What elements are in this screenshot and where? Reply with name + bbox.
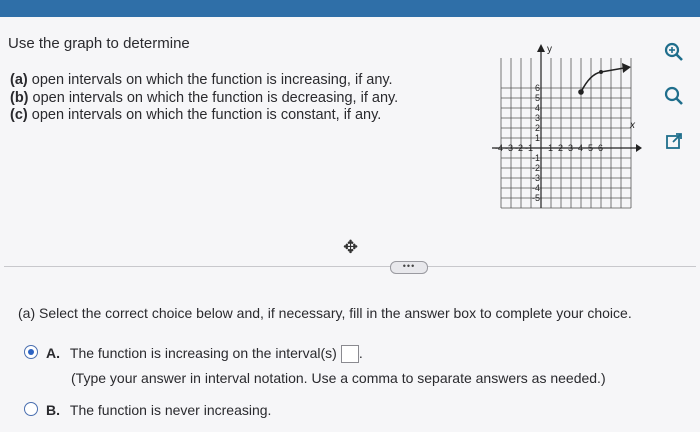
answer-input-box[interactable] [340,345,359,364]
y-tick-label: 4 [535,103,540,113]
curve-end-arrow [622,63,631,73]
y-axis-label: y [547,44,552,55]
top-banner [0,0,700,17]
question-parts: (a) open intervals on which the function… [10,72,398,125]
move-icon[interactable]: ✥ [343,237,358,258]
x-tick-label: 1 [548,143,553,153]
x-tick-label: -4 [495,143,503,153]
popout-icon[interactable] [660,127,688,155]
section-divider [4,266,696,267]
question-title: Use the graph to determine [8,35,190,52]
choice-letter: B. [46,402,60,418]
curve-corner-point [599,70,603,74]
line-segment [600,67,625,73]
y-tick-labels: 654321 -1-2-3-4-5 [532,83,540,203]
choice-a-radio[interactable] [24,345,38,359]
function-graph: y x -4 -3 -2 -1 1 2 3 4 5 6 654321-1-2-3-4-5 [492,44,642,209]
y-tick-label: -4 [532,183,540,193]
y-axis-arrow [537,44,545,52]
zoom-out-icon[interactable] [660,82,688,110]
y-tick-label: -2 [532,163,540,173]
y-tick-label: 1 [535,133,540,143]
choice-a-hint: (Type your answer in interval notation. … [71,370,606,386]
x-tick-label: -1 [525,143,533,153]
x-tick-label: 2 [558,143,563,153]
part-letter: (c) [10,107,28,123]
y-tick-label: -1 [532,153,540,163]
part-a-line: (a) open intervals on which the function… [10,72,398,90]
choice-letter: A. [46,345,60,361]
part-c-line: (c) open intervals on which the function… [10,107,398,125]
part-text: open intervals on which the function is … [31,72,393,88]
x-tick-label: 6 [598,143,603,153]
choice-text: The function is increasing on the interv… [69,345,337,361]
x-axis-arrow [636,144,642,152]
x-tick-label: -3 [505,143,513,153]
x-tick-label: 5 [588,143,593,153]
x-axis-label: x [629,120,636,131]
curve-endpoint [578,89,584,95]
graph-grid [500,58,632,209]
part-text: open intervals on which the function is … [31,107,382,123]
choice-b-radio[interactable] [24,402,38,416]
y-tick-label: -3 [532,173,540,183]
part-a-prompt: (a) Select the correct choice below and,… [18,305,632,321]
choice-text: The function is never increasing. [69,402,272,418]
x-tick-label: -2 [515,143,523,153]
y-tick-label: 3 [535,113,540,123]
y-tick-label: 6 [535,83,540,93]
x-tick-label: 4 [578,143,583,153]
choice-a[interactable]: A. The function is increasing on the int… [46,345,363,364]
choice-b[interactable]: B. The function is never increasing. [46,402,271,418]
part-letter: (a) [10,72,28,88]
part-letter: (b) [10,89,29,106]
part-text: open intervals on which the function is … [32,89,399,106]
zoom-in-icon[interactable] [660,38,688,66]
y-tick-label: -5 [532,193,540,203]
more-button[interactable]: ••• [390,261,428,274]
y-tick-label: 2 [535,123,540,133]
x-tick-label: 3 [568,143,573,153]
part-b-line: (b) open intervals on which the function… [10,90,398,108]
y-tick-label: 5 [535,93,540,103]
